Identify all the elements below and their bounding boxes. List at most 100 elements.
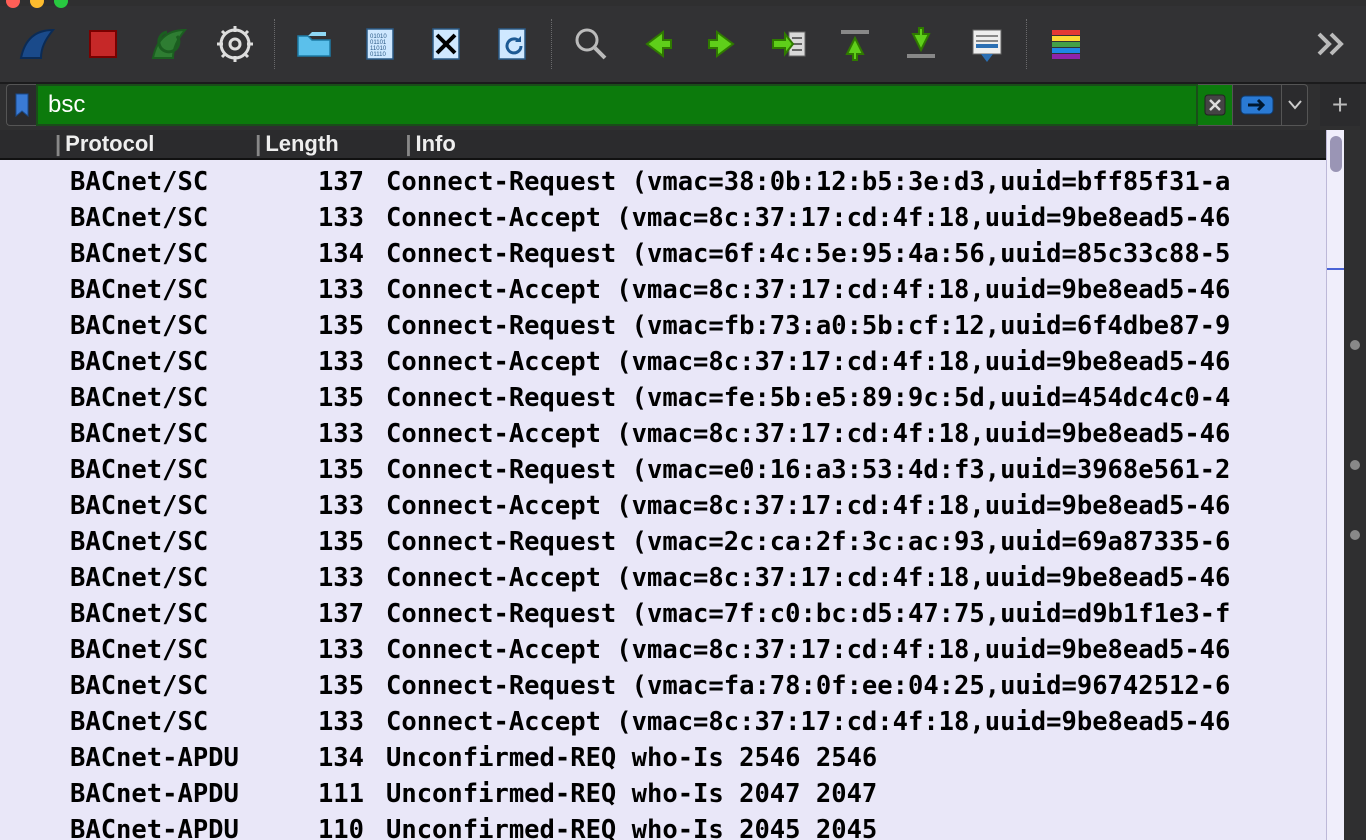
packet-row[interactable]: BACnet/SC135Connect-Request (vmac=e0:16:… [0, 452, 1326, 488]
filter-history-dropdown[interactable] [1282, 84, 1308, 126]
column-header-protocol[interactable]: Protocol [65, 131, 255, 157]
filter-add-button[interactable]: + [1320, 84, 1360, 126]
find-packet-button[interactable] [560, 13, 622, 75]
toolbar-overflow-button[interactable] [1298, 13, 1360, 75]
packet-row[interactable]: BACnet/SC137Connect-Request (vmac=38:0b:… [0, 164, 1326, 200]
minimap-marker [1350, 530, 1360, 540]
filter-apply-button[interactable] [1232, 84, 1282, 126]
cell-length: 133 [262, 344, 386, 380]
cell-protocol: BACnet/SC [70, 272, 262, 308]
colorize-icon [1046, 24, 1086, 64]
packet-row[interactable]: BACnet/SC135Connect-Request (vmac=2c:ca:… [0, 524, 1326, 560]
cell-info: Unconfirmed-REQ who-Is 2047 2047 [386, 776, 1326, 812]
cell-protocol: BACnet/SC [70, 236, 262, 272]
stop-capture-button[interactable] [72, 13, 134, 75]
go-back-button[interactable] [626, 13, 688, 75]
cell-info: Connect-Accept (vmac=8c:37:17:cd:4f:18,u… [386, 560, 1326, 596]
toolbar-separator [1026, 19, 1027, 69]
autoscroll-button[interactable] [956, 13, 1018, 75]
capture-options-button[interactable] [204, 13, 266, 75]
close-file-button[interactable] [415, 13, 477, 75]
cell-info: Connect-Request (vmac=7f:c0:bc:d5:47:75,… [386, 596, 1326, 632]
filter-clear-button[interactable] [1198, 84, 1232, 126]
cell-info: Connect-Accept (vmac=8c:37:17:cd:4f:18,u… [386, 272, 1326, 308]
packet-row[interactable]: BACnet/SC133Connect-Accept (vmac=8c:37:1… [0, 344, 1326, 380]
packet-row[interactable]: BACnet/SC135Connect-Request (vmac=fe:5b:… [0, 380, 1326, 416]
cell-protocol: BACnet/SC [70, 524, 262, 560]
scrollbar-thumb[interactable] [1330, 136, 1342, 172]
packet-row[interactable]: BACnet-APDU134Unconfirmed-REQ who-Is 254… [0, 740, 1326, 776]
packet-row[interactable]: BACnet/SC133Connect-Accept (vmac=8c:37:1… [0, 272, 1326, 308]
start-capture-button[interactable] [6, 13, 68, 75]
folder-open-icon [294, 24, 334, 64]
packet-row[interactable]: BACnet-APDU111Unconfirmed-REQ who-Is 204… [0, 776, 1326, 812]
restart-capture-icon [149, 24, 189, 64]
apply-arrow-icon [1240, 95, 1274, 115]
column-header-info[interactable]: Info [415, 131, 1326, 157]
colorize-button[interactable] [1035, 13, 1097, 75]
display-filter-bar: + [0, 84, 1366, 130]
cell-length: 111 [262, 776, 386, 812]
go-first-button[interactable] [824, 13, 886, 75]
cell-protocol: BACnet/SC [70, 380, 262, 416]
cell-info: Connect-Accept (vmac=8c:37:17:cd:4f:18,u… [386, 488, 1326, 524]
packet-list-body[interactable]: BACnet/SC137Connect-Request (vmac=38:0b:… [0, 160, 1326, 840]
cell-info: Unconfirmed-REQ who-Is 2546 2546 [386, 740, 1326, 776]
autoscroll-icon [967, 24, 1007, 64]
packet-list-scrollbar[interactable] [1326, 130, 1344, 840]
cell-info: Connect-Accept (vmac=8c:37:17:cd:4f:18,u… [386, 200, 1326, 236]
packet-list-table[interactable]: | Protocol | Length | Info BACnet/SC137C… [0, 130, 1326, 840]
cell-protocol: BACnet/SC [70, 200, 262, 236]
window-minimize-button[interactable] [30, 0, 44, 8]
cell-length: 137 [262, 596, 386, 632]
cell-protocol: BACnet/SC [70, 308, 262, 344]
cell-info: Connect-Request (vmac=fb:73:a0:5b:cf:12,… [386, 308, 1326, 344]
save-file-button[interactable]: 01010 01101 11010 01110 [349, 13, 411, 75]
cell-info: Connect-Request (vmac=2c:ca:2f:3c:ac:93,… [386, 524, 1326, 560]
packet-row[interactable]: BACnet/SC135Connect-Request (vmac=fb:73:… [0, 308, 1326, 344]
packet-row[interactable]: BACnet/SC137Connect-Request (vmac=7f:c0:… [0, 596, 1326, 632]
cell-protocol: BACnet-APDU [70, 776, 262, 812]
go-first-icon [835, 24, 875, 64]
packet-row[interactable]: BACnet/SC133Connect-Accept (vmac=8c:37:1… [0, 704, 1326, 740]
packet-list-header[interactable]: | Protocol | Length | Info [0, 130, 1326, 160]
packet-row[interactable]: BACnet/SC133Connect-Accept (vmac=8c:37:1… [0, 632, 1326, 668]
cell-info: Connect-Accept (vmac=8c:37:17:cd:4f:18,u… [386, 704, 1326, 740]
packet-row[interactable]: BACnet/SC133Connect-Accept (vmac=8c:37:1… [0, 416, 1326, 452]
window-zoom-button[interactable] [54, 0, 68, 8]
cell-info: Connect-Request (vmac=6f:4c:5e:95:4a:56,… [386, 236, 1326, 272]
stop-icon [83, 24, 123, 64]
packet-row[interactable]: BACnet-APDU110Unconfirmed-REQ who-Is 204… [0, 812, 1326, 840]
packet-row[interactable]: BACnet/SC135Connect-Request (vmac=fa:78:… [0, 668, 1326, 704]
go-to-packet-button[interactable] [758, 13, 820, 75]
cell-length: 134 [262, 236, 386, 272]
cell-length: 135 [262, 380, 386, 416]
cell-protocol: BACnet/SC [70, 704, 262, 740]
window-titlebar [0, 0, 1366, 6]
restart-capture-button[interactable] [138, 13, 200, 75]
reload-file-button[interactable] [481, 13, 543, 75]
cell-length: 133 [262, 560, 386, 596]
reload-file-icon [492, 24, 532, 64]
column-header-length[interactable]: Length [265, 131, 405, 157]
cell-info: Connect-Request (vmac=e0:16:a3:53:4d:f3,… [386, 452, 1326, 488]
packet-row[interactable]: BACnet/SC134Connect-Request (vmac=6f:4c:… [0, 236, 1326, 272]
open-file-button[interactable] [283, 13, 345, 75]
minimap-marker [1350, 460, 1360, 470]
packet-list-pane: | Protocol | Length | Info BACnet/SC137C… [0, 130, 1366, 840]
packet-row[interactable]: BACnet/SC133Connect-Accept (vmac=8c:37:1… [0, 488, 1326, 524]
chevrons-right-icon [1309, 24, 1349, 64]
go-last-button[interactable] [890, 13, 952, 75]
display-filter-input[interactable] [36, 84, 1198, 126]
bookmark-icon [14, 93, 30, 117]
cell-length: 135 [262, 524, 386, 560]
chevron-down-icon [1288, 100, 1302, 110]
filter-bookmark-button[interactable] [6, 84, 36, 126]
go-forward-button[interactable] [692, 13, 754, 75]
window-close-button[interactable] [6, 0, 20, 8]
packet-row[interactable]: BACnet/SC133Connect-Accept (vmac=8c:37:1… [0, 200, 1326, 236]
cell-length: 134 [262, 740, 386, 776]
cell-protocol: BACnet/SC [70, 668, 262, 704]
cell-length: 137 [262, 164, 386, 200]
packet-row[interactable]: BACnet/SC133Connect-Accept (vmac=8c:37:1… [0, 560, 1326, 596]
